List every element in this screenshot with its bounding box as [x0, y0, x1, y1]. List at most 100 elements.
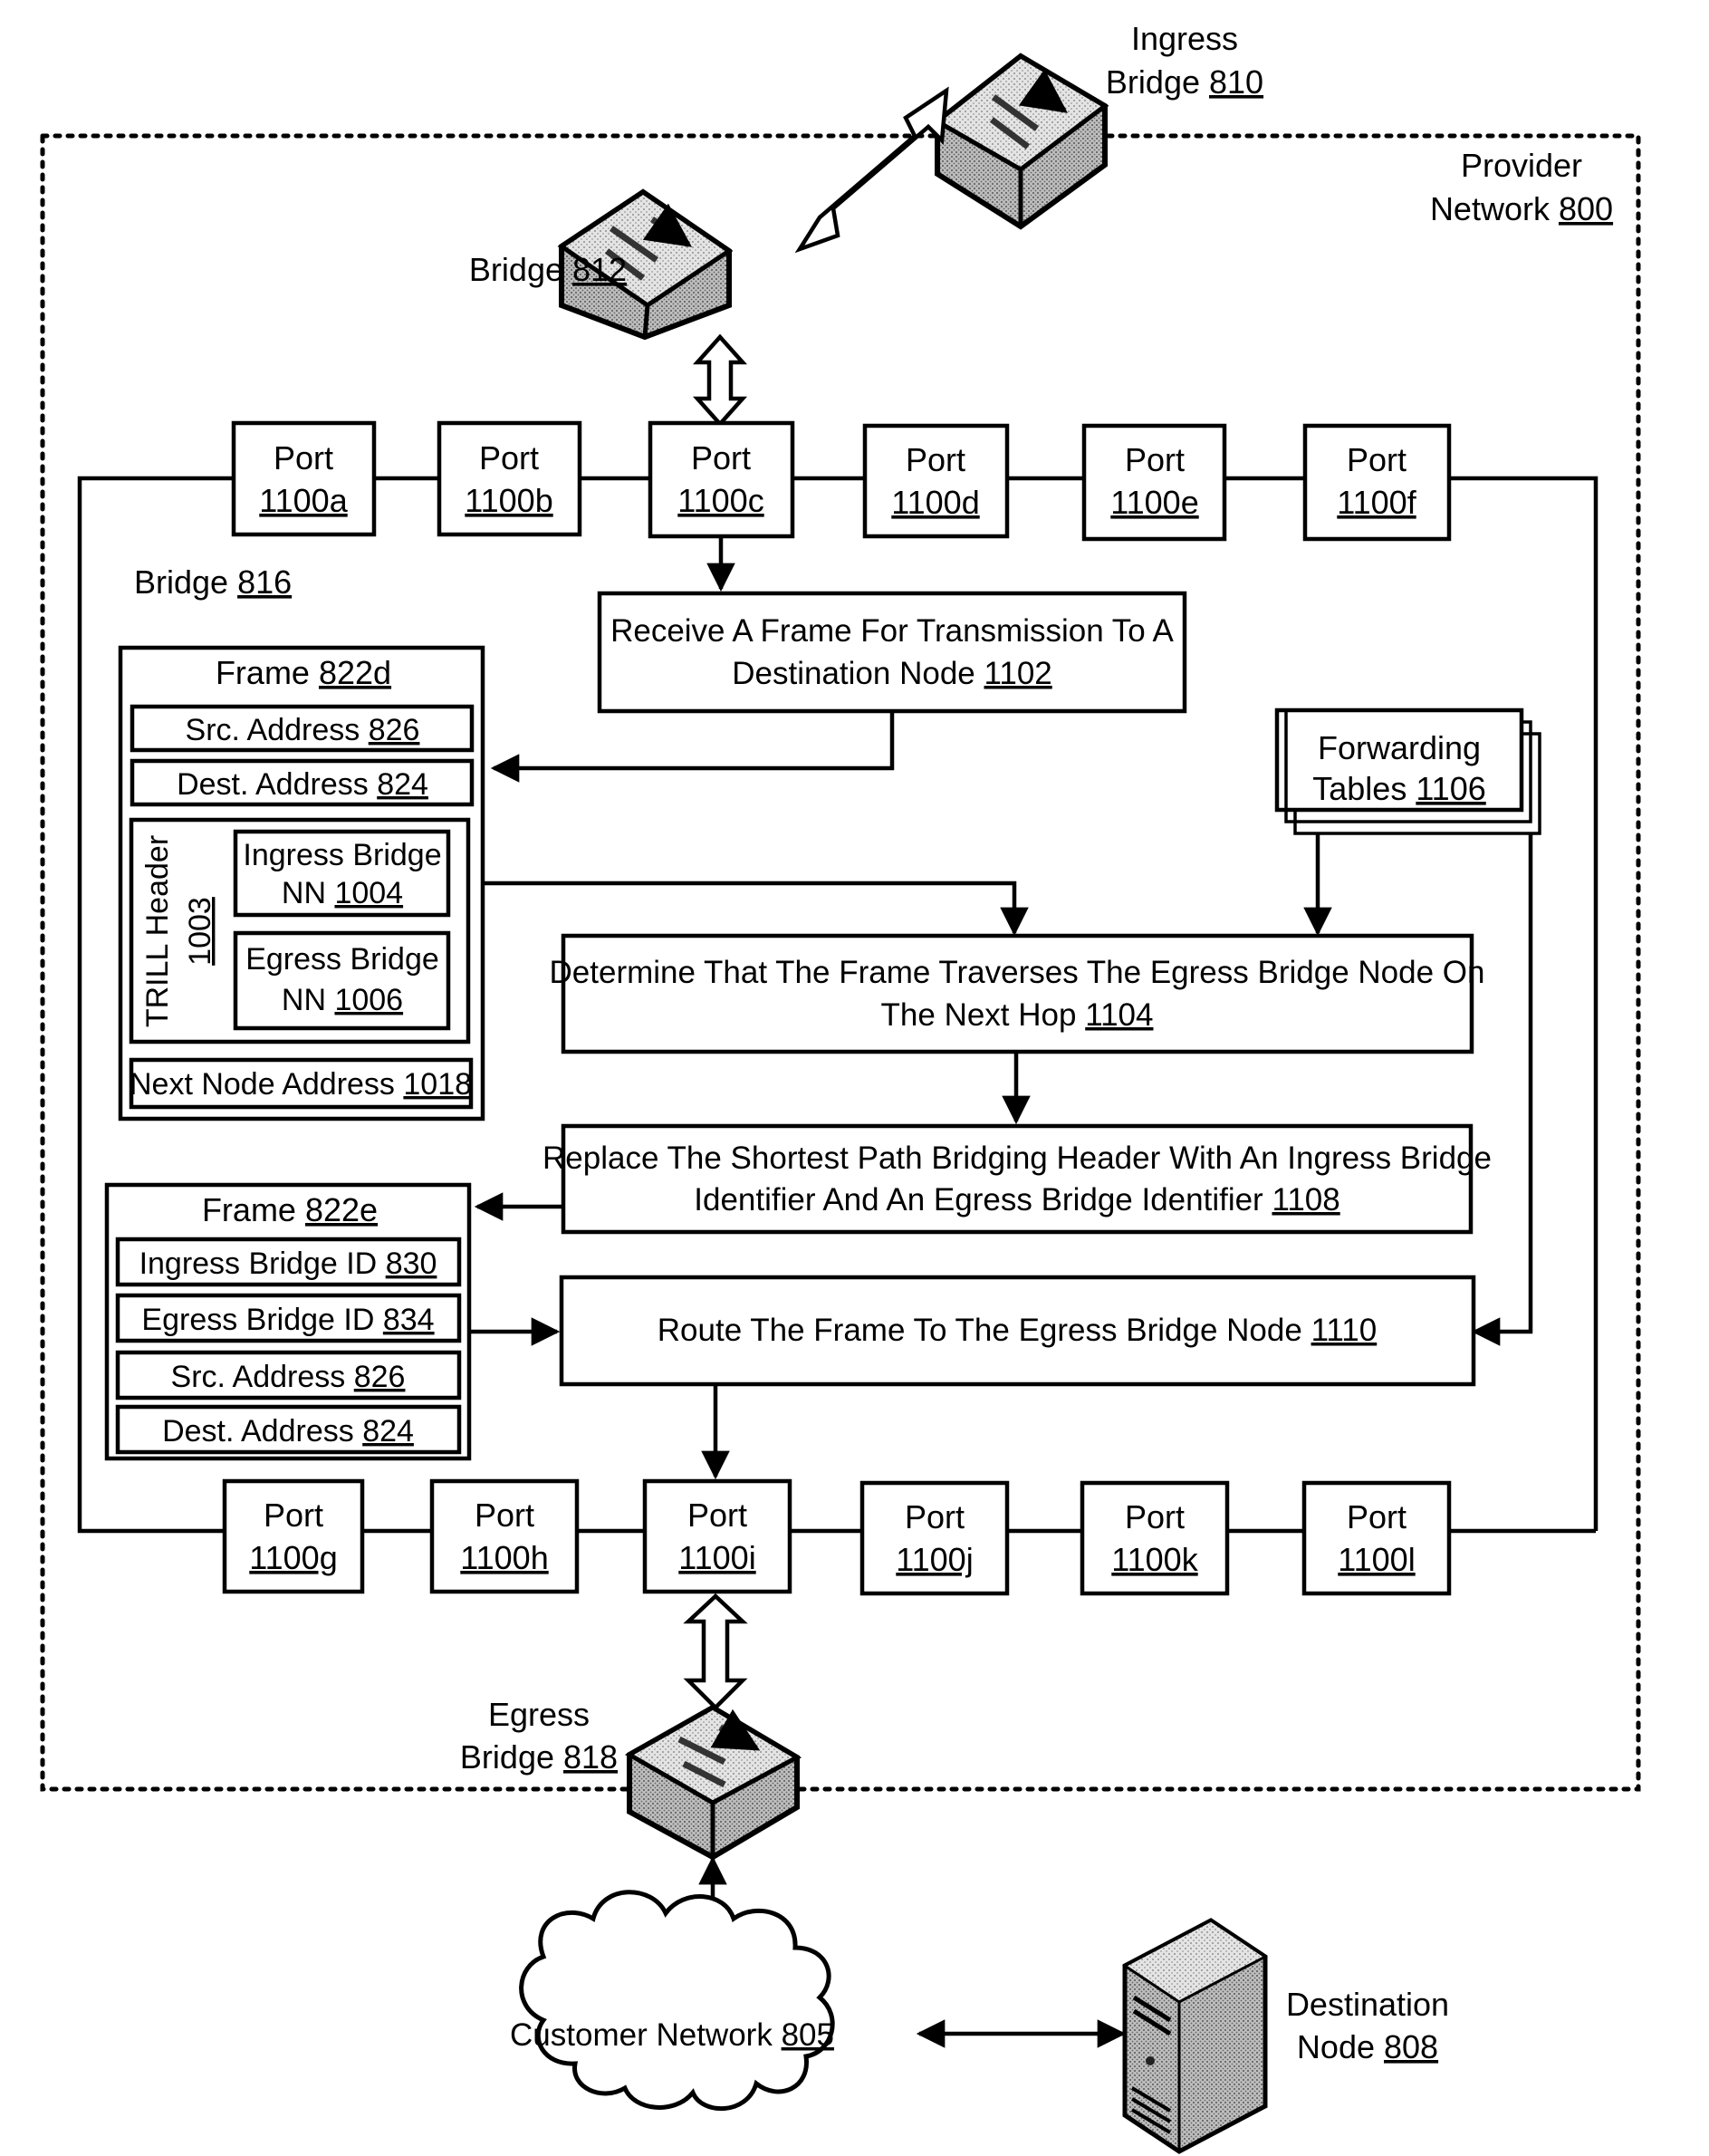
port-1100k[interactable]: Port 1100k: [1080, 1480, 1230, 1596]
step-1104-line2: The Next Hop 1104: [881, 997, 1154, 1033]
svg-text:Ingress Bridge: Ingress Bridge: [243, 838, 441, 872]
svg-text:Src. Address 826: Src. Address 826: [171, 1360, 406, 1394]
step-1104-line1: Determine That The Frame Traverses The E…: [550, 955, 1485, 990]
ingress-bridge-nn-1004: Ingress Bridge NN 1004: [233, 829, 451, 918]
step-1104[interactable]: Determine That The Frame Traverses The E…: [550, 933, 1485, 1054]
svg-text:NN 1004: NN 1004: [282, 876, 403, 910]
forwarding-tables-1106[interactable]: Forwarding Tables 1106: [1274, 707, 1541, 835]
frame-822e-egress-bridge-id: Egress Bridge ID 834: [115, 1293, 462, 1343]
port-1100c[interactable]: Port 1100c: [648, 420, 795, 539]
arrow-tables-to-1110: [1471, 833, 1533, 1346]
port-ref: 1100d: [891, 484, 979, 521]
svg-text:Dest. Address 824: Dest. Address 824: [177, 767, 428, 802]
port-ref: 1100g: [249, 1539, 337, 1576]
port-ref: 1100k: [1111, 1541, 1198, 1578]
port-label: Port: [1125, 441, 1185, 478]
port-label: Port: [274, 439, 333, 476]
frame-822e: Frame 822e Ingress Bridge ID 830 Egress …: [104, 1182, 472, 1461]
svg-text:NN 1006: NN 1006: [282, 983, 403, 1017]
arrow-1102-to-frame-822d: [490, 711, 895, 783]
provider-network-line2: Network 800: [1430, 190, 1613, 227]
forwarding-tables-line2: Tables 1106: [1312, 770, 1486, 807]
frame-822d-title: Frame 822d: [216, 654, 391, 691]
frame-822e-dest-address: Dest. Address 824: [115, 1404, 462, 1455]
ingress-bridge-line2: Bridge 810: [1106, 63, 1263, 101]
egress-bridge-label: Egress Bridge 818: [460, 1696, 618, 1776]
port-1100l[interactable]: Port 1100l: [1301, 1480, 1452, 1596]
ingress-bridge-810[interactable]: [933, 53, 1105, 230]
frame-822d-dest-address: Dest. Address 824: [130, 758, 475, 807]
step-1102[interactable]: Receive A Frame For Transmission To A De…: [597, 591, 1187, 714]
frame-822e-src-address: Src. Address 826: [115, 1350, 462, 1400]
port-ref: 1100c: [677, 482, 763, 519]
step-1102-line2: Destination Node 1102: [732, 656, 1052, 691]
egress-bridge-line2: Bridge 818: [460, 1738, 618, 1776]
frame-822e-title: Frame 822e: [202, 1191, 378, 1228]
bridge-812-label: Bridge 812: [469, 251, 627, 288]
link-812-port-1100c: [692, 333, 748, 428]
link-812-810: [794, 86, 949, 254]
bridge-812-text: Bridge 812: [469, 251, 627, 288]
svg-text:Egress Bridge ID 834: Egress Bridge ID 834: [141, 1303, 434, 1337]
destination-node-line1: Destination: [1286, 1986, 1449, 2023]
svg-text:Next Node Address 1018: Next Node Address 1018: [130, 1067, 472, 1102]
trill-header-label: TRILL Header: [140, 835, 175, 1027]
port-1100b[interactable]: Port 1100b: [437, 420, 582, 537]
svg-text:Ingress Bridge ID 830: Ingress Bridge ID 830: [139, 1246, 437, 1281]
port-label: Port: [905, 1498, 965, 1535]
frame-822e-ingress-bridge-id: Ingress Bridge ID 830: [115, 1237, 462, 1287]
ingress-bridge-label: Ingress Bridge 810: [1106, 20, 1263, 101]
next-node-address-1018: Next Node Address 1018: [129, 1057, 474, 1110]
port-ref: 1100e: [1110, 484, 1198, 521]
svg-text:Dest. Address 824: Dest. Address 824: [162, 1414, 414, 1449]
bridge-816-label: Bridge 816: [134, 563, 292, 601]
provider-network-line1: Provider: [1461, 147, 1582, 184]
destination-node-label: Destination Node 808: [1286, 1986, 1449, 2065]
port-ref: 1100j: [896, 1541, 973, 1578]
step-1108-line2: Identifier And An Egress Bridge Identifi…: [694, 1182, 1339, 1218]
port-label: Port: [264, 1497, 323, 1534]
cloud-icon: [519, 1890, 835, 2112]
provider-network-label: Provider Network 800: [1430, 147, 1613, 227]
destination-node-808[interactable]: [1122, 1918, 1268, 2154]
link-port-1100i-egress-bridge: [683, 1593, 748, 1711]
port-ref: 1100l: [1338, 1541, 1415, 1578]
port-1100g[interactable]: Port 1100g: [222, 1478, 365, 1594]
port-1100i[interactable]: Port 1100i: [642, 1478, 792, 1594]
network-diagram: Provider Network 800 Ingress Bridge 810 …: [40, 20, 1641, 2154]
arrow-frame-822d-to-1104: [483, 881, 1029, 937]
customer-network-label: Customer Network 805: [510, 2017, 834, 2053]
port-label: Port: [1125, 1498, 1185, 1535]
step-1110-text: Route The Frame To The Egress Bridge Nod…: [658, 1313, 1377, 1348]
port-1100d[interactable]: Port 1100d: [862, 423, 1010, 539]
port-1100e[interactable]: Port 1100e: [1081, 423, 1227, 542]
frame-822d: Frame 822d Src. Address 826 Dest. Addres…: [118, 645, 485, 1121]
switch-icon: [933, 53, 1105, 230]
port-label: Port: [1347, 1498, 1407, 1535]
forwarding-tables-line1: Forwarding: [1318, 729, 1481, 766]
server-icon: [1122, 1918, 1268, 2154]
port-label: Port: [691, 439, 751, 476]
switch-icon: [624, 1708, 797, 1861]
destination-node-line2: Node 808: [1297, 2028, 1438, 2065]
port-1100h[interactable]: Port 1100h: [429, 1478, 580, 1594]
trill-header-ref: 1003: [183, 897, 217, 966]
port-ref: 1100b: [465, 482, 552, 519]
port-1100f[interactable]: Port 1100f: [1302, 423, 1452, 542]
egress-bridge-line1: Egress: [488, 1696, 590, 1733]
customer-network-805[interactable]: Customer Network 805: [510, 1890, 835, 2112]
egress-bridge-818[interactable]: [624, 1708, 797, 1861]
step-1108[interactable]: Replace The Shortest Path Bridging Heade…: [542, 1123, 1492, 1235]
port-ref: 1100f: [1337, 484, 1416, 521]
step-1110[interactable]: Route The Frame To The Egress Bridge Nod…: [559, 1275, 1476, 1387]
ports-top: Port 1100a Port 1100b Port 1100c Port 11…: [231, 420, 1452, 542]
port-ref: 1100h: [460, 1539, 548, 1576]
port-ref: 1100i: [678, 1539, 755, 1576]
port-label: Port: [687, 1497, 747, 1534]
svg-text:Egress Bridge: Egress Bridge: [245, 942, 439, 977]
port-1100j[interactable]: Port 1100j: [859, 1480, 1010, 1596]
step-1108-line1: Replace The Shortest Path Bridging Heade…: [542, 1141, 1492, 1176]
port-1100a[interactable]: Port 1100a: [231, 420, 377, 537]
port-label: Port: [475, 1497, 534, 1534]
port-ref: 1100a: [259, 482, 348, 519]
